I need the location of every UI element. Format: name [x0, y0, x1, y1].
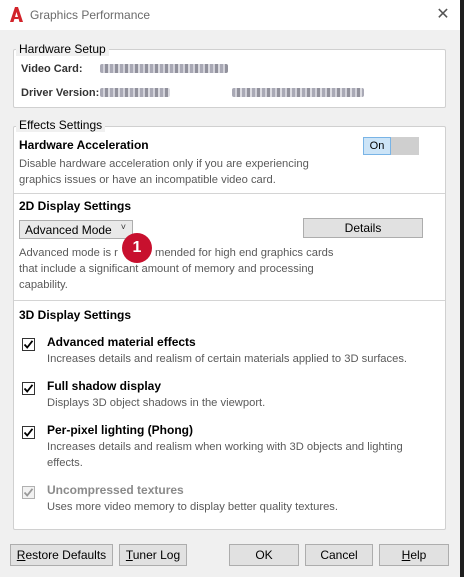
tuner-log-button[interactable]: Tuner Log: [119, 544, 187, 566]
hardware-setup-legend: Hardware Setup: [16, 42, 109, 56]
checkmark-icon: [23, 384, 34, 393]
option-desc: effects.: [47, 457, 83, 469]
full-shadow-display-checkbox[interactable]: [22, 382, 35, 395]
uncompressed-textures-checkbox[interactable]: [22, 486, 35, 499]
option-title: Advanced material effects: [47, 335, 196, 349]
cancel-button[interactable]: Cancel: [305, 544, 373, 566]
toggle-on-label: On: [363, 137, 391, 155]
details-button[interactable]: Details: [303, 218, 423, 238]
checkmark-icon: [23, 428, 34, 437]
tuner-accel-key: T: [125, 548, 133, 562]
driver-date-value-redacted: [232, 88, 364, 97]
hardware-acceleration-title: Hardware Acceleration: [19, 138, 149, 152]
3d-display-settings-title: 3D Display Settings: [19, 308, 132, 322]
checkmark-icon: [23, 488, 34, 497]
hardware-acceleration-toggle[interactable]: On: [363, 137, 419, 155]
option-title: Per-pixel lighting (Phong): [47, 423, 193, 437]
section-divider: [14, 193, 445, 194]
display-mode-value: Advanced Mode: [25, 223, 112, 237]
window-edge: [460, 0, 464, 577]
video-card-label: Video Card:: [21, 63, 83, 75]
option-title: Uncompressed textures: [47, 483, 184, 497]
effects-settings-legend: Effects Settings: [16, 118, 106, 132]
hardware-setup-group: [13, 49, 446, 108]
video-card-value-redacted: [100, 64, 228, 73]
2d-desc-line-3: capability.: [19, 279, 68, 291]
option-desc: Increases details and realism of certain…: [47, 353, 408, 365]
driver-version-label: Driver Version:: [21, 87, 100, 99]
restore-label: estore Defaults: [25, 548, 107, 562]
checkmark-icon: [23, 340, 34, 349]
ok-button[interactable]: OK: [229, 544, 299, 566]
help-button[interactable]: Help: [379, 544, 449, 566]
restore-defaults-button[interactable]: Restore Defaults: [10, 544, 113, 566]
help-label: elp: [410, 548, 427, 562]
option-desc: Increases details and realism when worki…: [47, 441, 403, 453]
option-desc: Uses more video memory to display better…: [47, 501, 338, 513]
autocad-a-icon: [10, 7, 23, 22]
2d-desc-line-1b: mended for high end graphics cards: [155, 247, 334, 259]
tuner-label: uner Log: [132, 548, 181, 562]
option-desc: Displays 3D object shadows in the viewpo…: [47, 397, 266, 409]
section-divider: [14, 300, 445, 301]
option-title: Full shadow display: [47, 379, 162, 393]
driver-version-value-redacted: [100, 88, 170, 97]
2d-desc-line-1a: Advanced mode is r: [19, 247, 118, 259]
callout-badge: 1: [122, 233, 152, 263]
hardware-acceleration-desc-2: graphics issues or have an incompatible …: [19, 174, 276, 186]
title-bar: Graphics Performance ✕: [0, 0, 460, 30]
display-mode-dropdown[interactable]: Advanced Mode ˅: [19, 220, 133, 239]
advanced-material-effects-checkbox[interactable]: [22, 338, 35, 351]
hardware-acceleration-desc-1: Disable hardware acceleration only if yo…: [19, 158, 309, 170]
chevron-down-icon: ˅: [120, 222, 126, 232]
window-title: Graphics Performance: [30, 8, 151, 22]
2d-desc-line-2: that include a significant amount of mem…: [19, 263, 314, 275]
close-icon[interactable]: ✕: [430, 3, 456, 27]
2d-display-settings-title: 2D Display Settings: [19, 199, 132, 213]
per-pixel-lighting-checkbox[interactable]: [22, 426, 35, 439]
